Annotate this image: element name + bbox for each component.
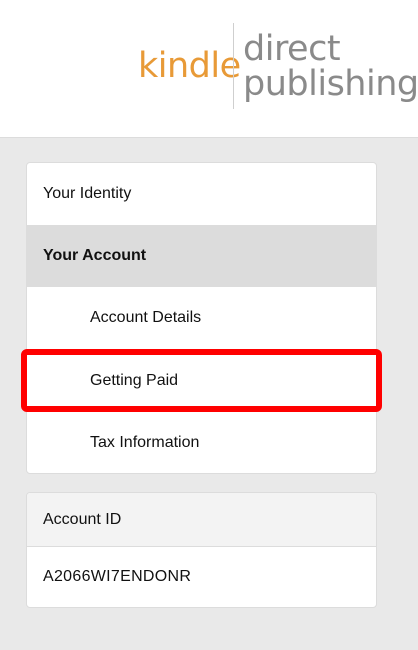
menu-item-your-account[interactable]: Your Account xyxy=(27,225,376,287)
account-id-label: Account ID xyxy=(43,510,122,528)
kdp-logo[interactable]: kindle direct publishing xyxy=(0,0,418,138)
menu-item-your-identity[interactable]: Your Identity xyxy=(27,163,376,225)
menu-item-account-details[interactable]: Account Details xyxy=(27,287,376,349)
account-id-header: Account ID xyxy=(27,493,376,547)
account-id-text: A2066WI7ENDONR xyxy=(43,568,192,585)
logo-kindle-text: kindle xyxy=(138,46,241,86)
account-menu: Your Identity Your Account Account Detai… xyxy=(26,162,377,474)
account-id-card: Account ID A2066WI7ENDONR xyxy=(26,492,377,608)
logo-divider xyxy=(233,23,234,109)
top-bar: kindle direct publishing xyxy=(0,0,418,138)
logo-publishing-text: publishing xyxy=(243,64,418,104)
menu-item-label: Getting Paid xyxy=(90,372,179,389)
menu-item-getting-paid[interactable]: Getting Paid xyxy=(27,350,376,412)
account-id-value: A2066WI7ENDONR xyxy=(27,547,376,607)
menu-item-label: Tax Information xyxy=(90,434,200,451)
menu-item-tax-information[interactable]: Tax Information xyxy=(27,412,376,473)
menu-item-label: Your Identity xyxy=(43,185,132,202)
logo-direct-text: direct xyxy=(243,29,341,69)
menu-item-label: Your Account xyxy=(43,247,147,264)
menu-item-label: Account Details xyxy=(90,309,202,326)
